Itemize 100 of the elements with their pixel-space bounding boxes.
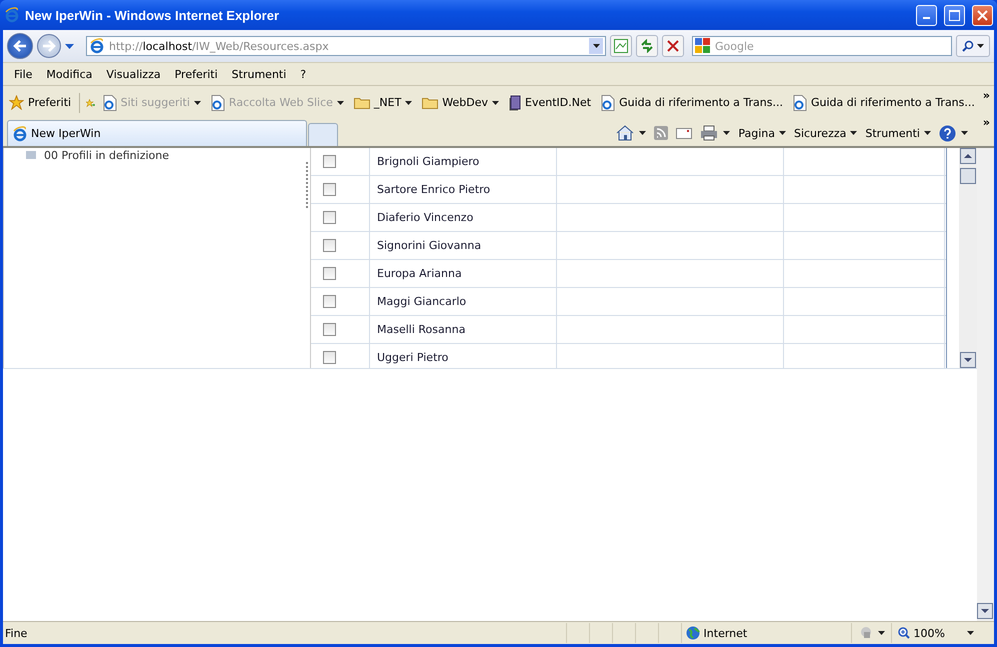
security-zone: Internet (680, 623, 851, 643)
compatibility-button[interactable] (610, 35, 632, 57)
favorites-bar-item[interactable]: EventID.Net (507, 94, 594, 110)
more-button[interactable]: » (982, 116, 990, 129)
forward-button[interactable] (37, 34, 61, 58)
row-checkbox[interactable] (323, 211, 336, 224)
globe-icon (686, 626, 700, 640)
home-icon[interactable] (616, 125, 634, 141)
page-icon (89, 38, 105, 54)
caret-icon (639, 131, 646, 135)
row-checkbox[interactable] (323, 267, 336, 280)
favorites-button[interactable]: Preferiti (7, 95, 74, 110)
row-checkbox[interactable] (323, 155, 336, 168)
favorites-bar-item[interactable]: Guida di riferimento a Trans... (599, 94, 785, 110)
down-arrow-icon (964, 358, 972, 362)
search-button[interactable] (956, 35, 990, 57)
name-cell: Signorini Giovanna (370, 232, 557, 259)
arrow-left-icon (13, 40, 27, 52)
menu-item[interactable]: Modifica (39, 68, 100, 80)
stop-button[interactable] (662, 35, 684, 57)
folder-icon (354, 96, 370, 109)
zoom-icon (898, 627, 910, 639)
name-cell: Maggi Giancarlo (370, 288, 557, 315)
maximize-button[interactable] (944, 4, 965, 26)
minimize-button[interactable] (916, 4, 937, 26)
maximize-icon (949, 10, 960, 20)
zoom-button[interactable]: 100% (890, 623, 980, 643)
tree-item[interactable]: 00 Profili in definizione (4, 148, 304, 162)
caret-icon (778, 131, 786, 135)
ie-icon (12, 126, 28, 142)
search-icon (962, 40, 974, 52)
up-arrow-icon (964, 154, 972, 158)
name-cell: Maselli Rosanna (370, 316, 557, 343)
new-tab-button[interactable] (308, 123, 338, 146)
close-button[interactable] (972, 4, 993, 26)
caret-icon (492, 100, 500, 104)
search-field[interactable]: Google (692, 36, 952, 56)
name-cell: Sartore Enrico Pietro (370, 176, 557, 203)
help-icon[interactable] (939, 124, 956, 142)
menu-item[interactable]: ? (293, 68, 314, 80)
folder-icon (422, 96, 438, 109)
refresh-icon (640, 39, 654, 53)
favorites-bar-item[interactable]: WebDev (420, 96, 502, 109)
refresh-button[interactable] (636, 35, 658, 57)
recent-pages-icon[interactable] (65, 44, 74, 48)
page-icon (102, 94, 117, 110)
name-cell: Diaferio Vincenzo (370, 204, 557, 231)
menu-item[interactable]: Strumenti (224, 68, 294, 80)
menu-item[interactable]: File (7, 68, 40, 80)
menu-item[interactable]: Visualizza (99, 68, 168, 80)
caret-icon (194, 100, 201, 104)
address-field[interactable]: http://localhost/IW_Web/Resources.aspx (86, 36, 606, 56)
mail-icon[interactable] (676, 128, 692, 138)
page-scrollbar[interactable] (977, 148, 994, 621)
scroll-thumb[interactable] (960, 168, 976, 184)
status-text: Fine (4, 626, 28, 640)
page-icon (601, 94, 616, 110)
command-menu[interactable]: Strumenti (865, 126, 931, 140)
star-icon (9, 95, 24, 110)
caret-icon (850, 131, 858, 135)
arrow-right-icon (42, 40, 56, 52)
caret-icon (723, 131, 730, 135)
close-icon (977, 10, 988, 20)
row-checkbox[interactable] (323, 295, 336, 308)
browser-tab[interactable]: New IperWin (7, 120, 307, 146)
row-checkbox[interactable] (323, 183, 336, 196)
page-icon (792, 94, 807, 110)
back-button[interactable] (7, 33, 33, 59)
ie-icon (4, 7, 20, 23)
splitter[interactable] (304, 148, 311, 368)
chart-page-icon (614, 39, 628, 53)
down-arrow-icon (981, 609, 989, 613)
more-button[interactable]: » (982, 89, 990, 102)
name-cell: Brignoli Giampiero (370, 148, 557, 175)
favorites-bar-item[interactable]: _NET (352, 96, 414, 109)
name-cell: Europa Arianna (370, 260, 557, 287)
caret-icon (961, 131, 968, 135)
close-icon (667, 40, 679, 52)
row-checkbox[interactable] (323, 239, 336, 252)
node-icon (26, 151, 36, 159)
command-menu[interactable]: Pagina (738, 126, 786, 140)
name-cell: Uggeri Pietro (370, 344, 557, 368)
row-checkbox[interactable] (323, 351, 336, 364)
favorites-bar-item[interactable]: Guida di riferimento a Trans... (790, 94, 977, 110)
book-icon (509, 94, 522, 110)
caret-icon (977, 44, 984, 48)
caret-icon (878, 631, 885, 635)
caret-icon (336, 100, 344, 104)
caret-icon (592, 44, 600, 48)
row-checkbox[interactable] (323, 323, 336, 336)
squares-icon (695, 38, 711, 54)
printer-icon[interactable] (700, 125, 718, 141)
scrollbar[interactable] (959, 148, 977, 368)
caret-icon (967, 631, 974, 635)
command-menu[interactable]: Sicurezza (794, 126, 858, 140)
page-icon (210, 94, 225, 110)
window-title: New IperWin - Windows Internet Explorer (25, 8, 280, 22)
feed-icon[interactable] (654, 126, 668, 140)
menu-item[interactable]: Preferiti (168, 68, 225, 80)
caret-icon (924, 131, 931, 135)
